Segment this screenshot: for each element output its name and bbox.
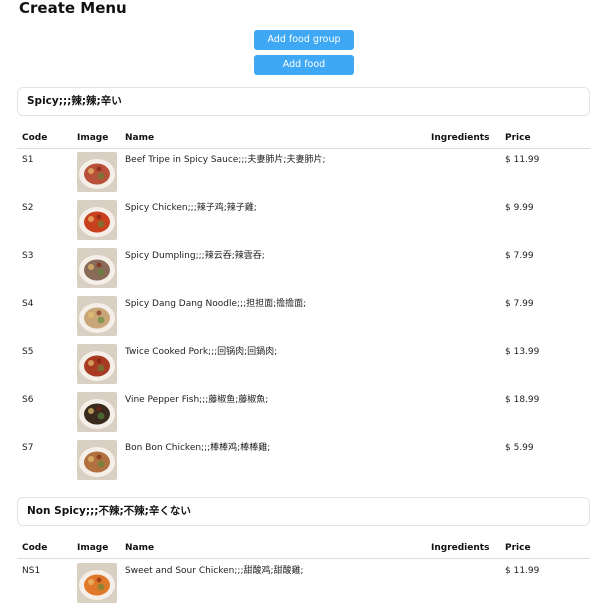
item-code: NS1	[22, 566, 41, 576]
food-group-header-non-spicy[interactable]: Non Spicy;;;不辣;不辣;辛くない	[17, 497, 590, 526]
column-header-name: Name	[125, 543, 155, 553]
table-row[interactable]: S5 Twice Cooked Pork;;;回锅肉;回鍋肉; $ 13.99	[17, 342, 590, 390]
item-code: S6	[22, 395, 34, 405]
item-price: $ 5.99	[505, 443, 534, 453]
item-name: Beef Tripe in Spicy Sauce;;;夫妻肺片;夫妻肺片;	[125, 155, 326, 165]
item-name: Vine Pepper Fish;;;藤椒鱼;藤椒魚;	[125, 395, 269, 405]
item-name: Spicy Dang Dang Noodle;;;担担面;擔擔面;	[125, 299, 307, 309]
column-header-code: Code	[22, 133, 48, 143]
item-code: S3	[22, 251, 34, 261]
item-code: S2	[22, 203, 34, 213]
food-image	[77, 440, 117, 480]
create-menu-page: Create Menu Add food group Add food Spic…	[0, 0, 605, 605]
item-name: Spicy Chicken;;;辣子鸡;辣子雞;	[125, 203, 257, 213]
item-price: $ 7.99	[505, 251, 534, 261]
item-code: S7	[22, 443, 34, 453]
add-food-button[interactable]: Add food	[254, 55, 354, 75]
food-image	[77, 344, 117, 384]
food-group-header-spicy[interactable]: Spicy;;;辣;辣;辛い	[17, 87, 590, 116]
item-code: S5	[22, 347, 34, 357]
item-name: Spicy Dumpling;;;辣云吞;辣雲吞;	[125, 251, 265, 261]
item-price: $ 9.99	[505, 203, 534, 213]
food-image	[77, 296, 117, 336]
table-row[interactable]: NS1 Sweet and Sour Chicken;;;甜酸鸡;甜酸雞; $ …	[17, 561, 590, 605]
column-header-price: Price	[505, 133, 531, 143]
food-image	[77, 200, 117, 240]
table-header-spicy: Code Image Name Ingredients Price	[17, 128, 590, 149]
item-code: S4	[22, 299, 34, 309]
table-header-non-spicy: Code Image Name Ingredients Price	[17, 538, 590, 559]
column-header-name: Name	[125, 133, 155, 143]
column-header-image: Image	[77, 543, 109, 553]
column-header-price: Price	[505, 543, 531, 553]
column-header-ingredients: Ingredients	[431, 133, 490, 143]
item-code: S1	[22, 155, 34, 165]
table-row[interactable]: S7 Bon Bon Chicken;;;棒棒鸡;棒棒雞; $ 5.99	[17, 438, 590, 486]
item-name: Bon Bon Chicken;;;棒棒鸡;棒棒雞;	[125, 443, 271, 453]
food-image	[77, 152, 117, 192]
table-row[interactable]: S2 Spicy Chicken;;;辣子鸡;辣子雞; $ 9.99	[17, 198, 590, 246]
item-name: Sweet and Sour Chicken;;;甜酸鸡;甜酸雞;	[125, 566, 304, 576]
page-title: Create Menu	[19, 0, 127, 17]
item-name: Twice Cooked Pork;;;回锅肉;回鍋肉;	[125, 347, 278, 357]
item-price: $ 11.99	[505, 566, 540, 576]
item-price: $ 11.99	[505, 155, 540, 165]
table-row[interactable]: S6 Vine Pepper Fish;;;藤椒鱼;藤椒魚; $ 18.99	[17, 390, 590, 438]
table-row[interactable]: S4 Spicy Dang Dang Noodle;;;担担面;擔擔面; $ 7…	[17, 294, 590, 342]
table-row[interactable]: S1 Beef Tripe in Spicy Sauce;;;夫妻肺片;夫妻肺片…	[17, 150, 590, 198]
food-image	[77, 392, 117, 432]
add-food-group-button[interactable]: Add food group	[254, 30, 354, 50]
item-price: $ 7.99	[505, 299, 534, 309]
column-header-image: Image	[77, 133, 109, 143]
food-image	[77, 248, 117, 288]
column-header-ingredients: Ingredients	[431, 543, 490, 553]
food-image	[77, 563, 117, 603]
column-header-code: Code	[22, 543, 48, 553]
table-row[interactable]: S3 Spicy Dumpling;;;辣云吞;辣雲吞; $ 7.99	[17, 246, 590, 294]
item-price: $ 18.99	[505, 395, 540, 405]
item-price: $ 13.99	[505, 347, 540, 357]
